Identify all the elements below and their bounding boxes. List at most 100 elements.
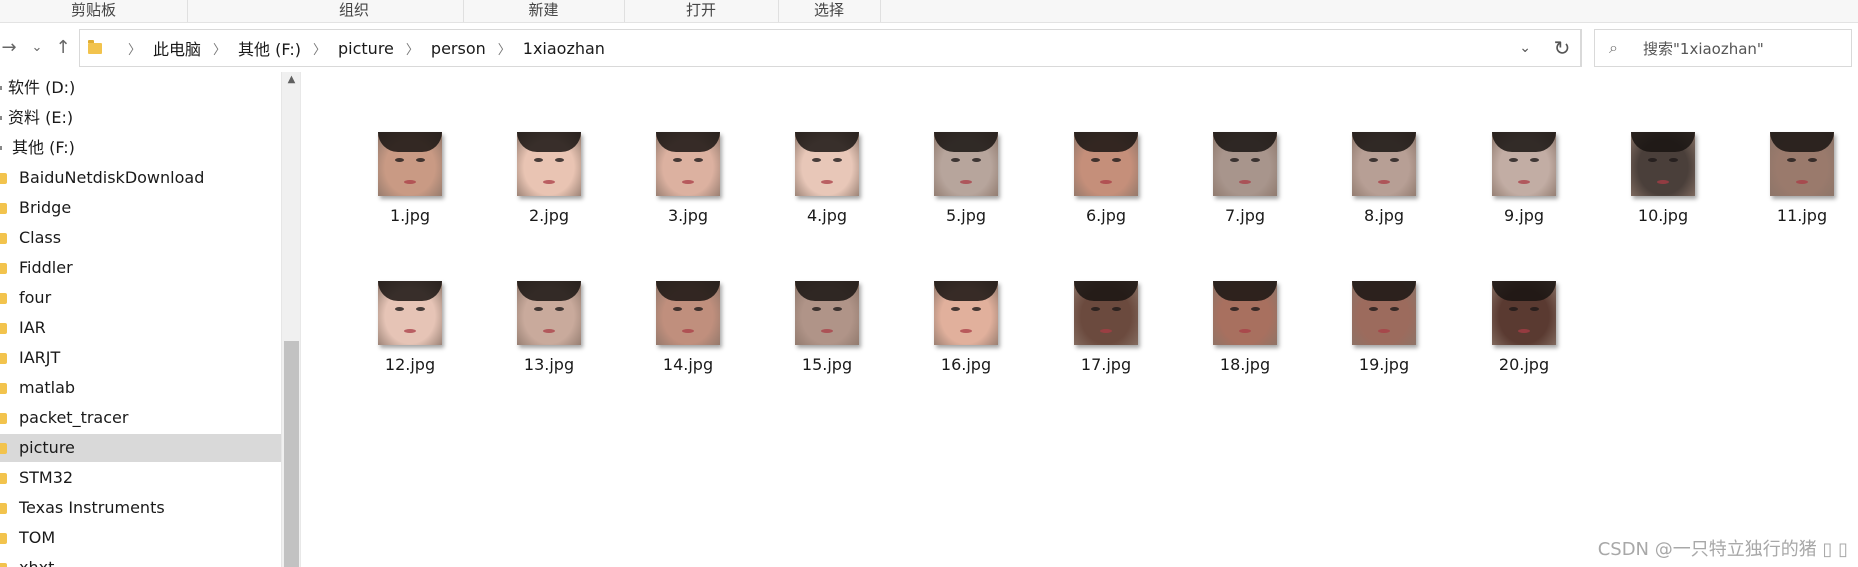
chevron-down-icon[interactable]: ⌄ xyxy=(1519,30,1531,66)
nav-folder-four[interactable]: four xyxy=(0,284,281,312)
file-item[interactable]: 12.jpg xyxy=(355,281,465,374)
breadcrumb-person[interactable]: person xyxy=(431,39,486,58)
address-row: → ⌄ ↑ 〉 此电脑 〉 其他 (F:) 〉 picture 〉 person… xyxy=(0,28,1858,68)
nav-folder-stm32[interactable]: STM32 xyxy=(0,464,281,492)
file-item[interactable]: 4.jpg xyxy=(772,132,882,225)
file-grid: 1.jpg 2.jpg 3.jpg 4.jpg 5.jpg 6.jpg 7.jpg 8.jpg… xyxy=(301,72,1858,567)
file-item[interactable]: 2.jpg xyxy=(494,132,604,225)
file-item[interactable]: 11.jpg xyxy=(1747,132,1857,225)
nav-folder-packet-tracer[interactable]: packet_tracer xyxy=(0,404,281,432)
file-name: 5.jpg xyxy=(945,206,987,225)
file-item[interactable]: 8.jpg xyxy=(1329,132,1439,225)
image-thumbnail-icon xyxy=(1213,132,1277,196)
image-thumbnail-icon xyxy=(934,132,998,196)
file-item[interactable]: 19.jpg xyxy=(1329,281,1439,374)
file-item[interactable]: 13.jpg xyxy=(494,281,604,374)
nav-drive-f[interactable]: 其他 (F:) xyxy=(0,134,281,162)
file-item[interactable]: 9.jpg xyxy=(1469,132,1579,225)
nav-folder-fiddler[interactable]: Fiddler xyxy=(0,254,281,282)
expand-icon[interactable] xyxy=(0,146,2,150)
nav-item-label: xhxt xyxy=(19,554,54,567)
file-item[interactable]: 17.jpg xyxy=(1051,281,1161,374)
image-thumbnail-icon xyxy=(1074,281,1138,345)
scrollbar-thumb[interactable] xyxy=(284,341,299,567)
file-item[interactable]: 18.jpg xyxy=(1190,281,1300,374)
image-thumbnail-icon xyxy=(1352,281,1416,345)
ribbon-group-select[interactable]: 选择 xyxy=(778,0,881,22)
up-arrow-icon[interactable]: ↑ xyxy=(52,28,74,68)
breadcrumb-separator-icon[interactable]: 〉 xyxy=(128,39,141,58)
file-name: 8.jpg xyxy=(1363,206,1405,225)
expand-icon[interactable] xyxy=(0,86,2,90)
file-item[interactable]: 16.jpg xyxy=(911,281,1021,374)
file-name: 13.jpg xyxy=(523,355,575,374)
nav-folder-iarjt[interactable]: IARJT xyxy=(0,344,281,372)
refresh-icon[interactable]: ↻ xyxy=(1544,29,1581,67)
navigation-pane: 软件 (D:) 资料 (E:) 其他 (F:) BaiduNetdiskDown… xyxy=(0,72,284,567)
file-name: 17.jpg xyxy=(1080,355,1132,374)
breadcrumb-picture[interactable]: picture xyxy=(338,39,394,58)
file-item[interactable]: 5.jpg xyxy=(911,132,1021,225)
image-thumbnail-icon xyxy=(1631,132,1695,196)
breadcrumb-1xiaozhan[interactable]: 1xiaozhan xyxy=(523,39,605,58)
nav-scrollbar[interactable]: ▲ xyxy=(281,72,301,567)
nav-folder-class[interactable]: Class xyxy=(0,224,281,252)
expand-icon[interactable] xyxy=(0,116,2,120)
nav-drive-d[interactable]: 软件 (D:) xyxy=(0,74,281,102)
nav-item-label: matlab xyxy=(19,378,76,397)
folder-icon xyxy=(0,533,7,544)
ribbon-group-organize[interactable]: 组织 xyxy=(245,0,464,22)
nav-folder-texas-instruments[interactable]: Texas Instruments xyxy=(0,494,281,522)
file-name: 10.jpg xyxy=(1637,206,1689,225)
nav-item-label: 其他 (F:) xyxy=(12,138,75,157)
nav-item-label: 软件 (D:) xyxy=(8,78,76,97)
nav-folder-baidunetdiskdownload[interactable]: BaiduNetdiskDownload xyxy=(0,164,281,192)
folder-icon xyxy=(0,563,7,567)
file-name: 7.jpg xyxy=(1224,206,1266,225)
breadcrumb-separator-icon[interactable]: 〉 xyxy=(406,39,419,58)
search-box[interactable]: ⌕ xyxy=(1594,29,1852,67)
scroll-up-arrow-icon[interactable]: ▲ xyxy=(282,74,301,85)
file-name: 20.jpg xyxy=(1498,355,1550,374)
address-bar[interactable]: 〉 此电脑 〉 其他 (F:) 〉 picture 〉 person 〉 1xi… xyxy=(79,29,1582,67)
file-name: 2.jpg xyxy=(528,206,570,225)
file-name: 1.jpg xyxy=(389,206,431,225)
recent-locations-chevron-icon[interactable]: ⌄ xyxy=(26,28,48,68)
nav-folder-xhxt[interactable]: xhxt xyxy=(0,554,281,567)
nav-item-label: BaiduNetdiskDownload xyxy=(19,168,205,187)
forward-arrow-icon[interactable]: → xyxy=(0,28,18,68)
folder-icon xyxy=(0,413,7,424)
file-name: 9.jpg xyxy=(1503,206,1545,225)
breadcrumb-separator-icon[interactable]: 〉 xyxy=(498,39,511,58)
file-name: 12.jpg xyxy=(384,355,436,374)
breadcrumb-drive-f[interactable]: 其他 (F:) xyxy=(238,36,301,60)
nav-folder-bridge[interactable]: Bridge xyxy=(0,194,281,222)
ribbon-group-clipboard[interactable]: 剪贴板 xyxy=(0,0,188,22)
breadcrumb-separator-icon[interactable]: 〉 xyxy=(313,39,326,58)
search-input[interactable] xyxy=(1641,36,1845,62)
nav-drive-e[interactable]: 资料 (E:) xyxy=(0,104,281,132)
breadcrumb-this-pc[interactable]: 此电脑 xyxy=(153,36,201,60)
file-item[interactable]: 3.jpg xyxy=(633,132,743,225)
file-item[interactable]: 7.jpg xyxy=(1190,132,1300,225)
folder-icon xyxy=(0,473,7,484)
ribbon-group-open[interactable]: 打开 xyxy=(624,0,779,22)
file-item[interactable]: 14.jpg xyxy=(633,281,743,374)
nav-item-label: IAR xyxy=(19,318,46,337)
nav-folder-iar[interactable]: IAR xyxy=(0,314,281,342)
file-item[interactable]: 10.jpg xyxy=(1608,132,1718,225)
nav-folder-picture[interactable]: picture xyxy=(0,434,281,462)
file-item[interactable]: 20.jpg xyxy=(1469,281,1579,374)
breadcrumb-separator-icon[interactable]: 〉 xyxy=(213,39,226,58)
nav-folder-matlab[interactable]: matlab xyxy=(0,374,281,402)
nav-folder-tom[interactable]: TOM xyxy=(0,524,281,552)
file-item[interactable]: 1.jpg xyxy=(355,132,465,225)
folder-icon xyxy=(0,263,7,274)
image-thumbnail-icon xyxy=(378,132,442,196)
file-item[interactable]: 6.jpg xyxy=(1051,132,1161,225)
file-item[interactable]: 15.jpg xyxy=(772,281,882,374)
image-thumbnail-icon xyxy=(1492,281,1556,345)
ribbon-group-new[interactable]: 新建 xyxy=(463,0,625,22)
breadcrumb: 〉 此电脑 〉 其他 (F:) 〉 picture 〉 person 〉 1xi… xyxy=(88,30,605,66)
image-thumbnail-icon xyxy=(1352,132,1416,196)
